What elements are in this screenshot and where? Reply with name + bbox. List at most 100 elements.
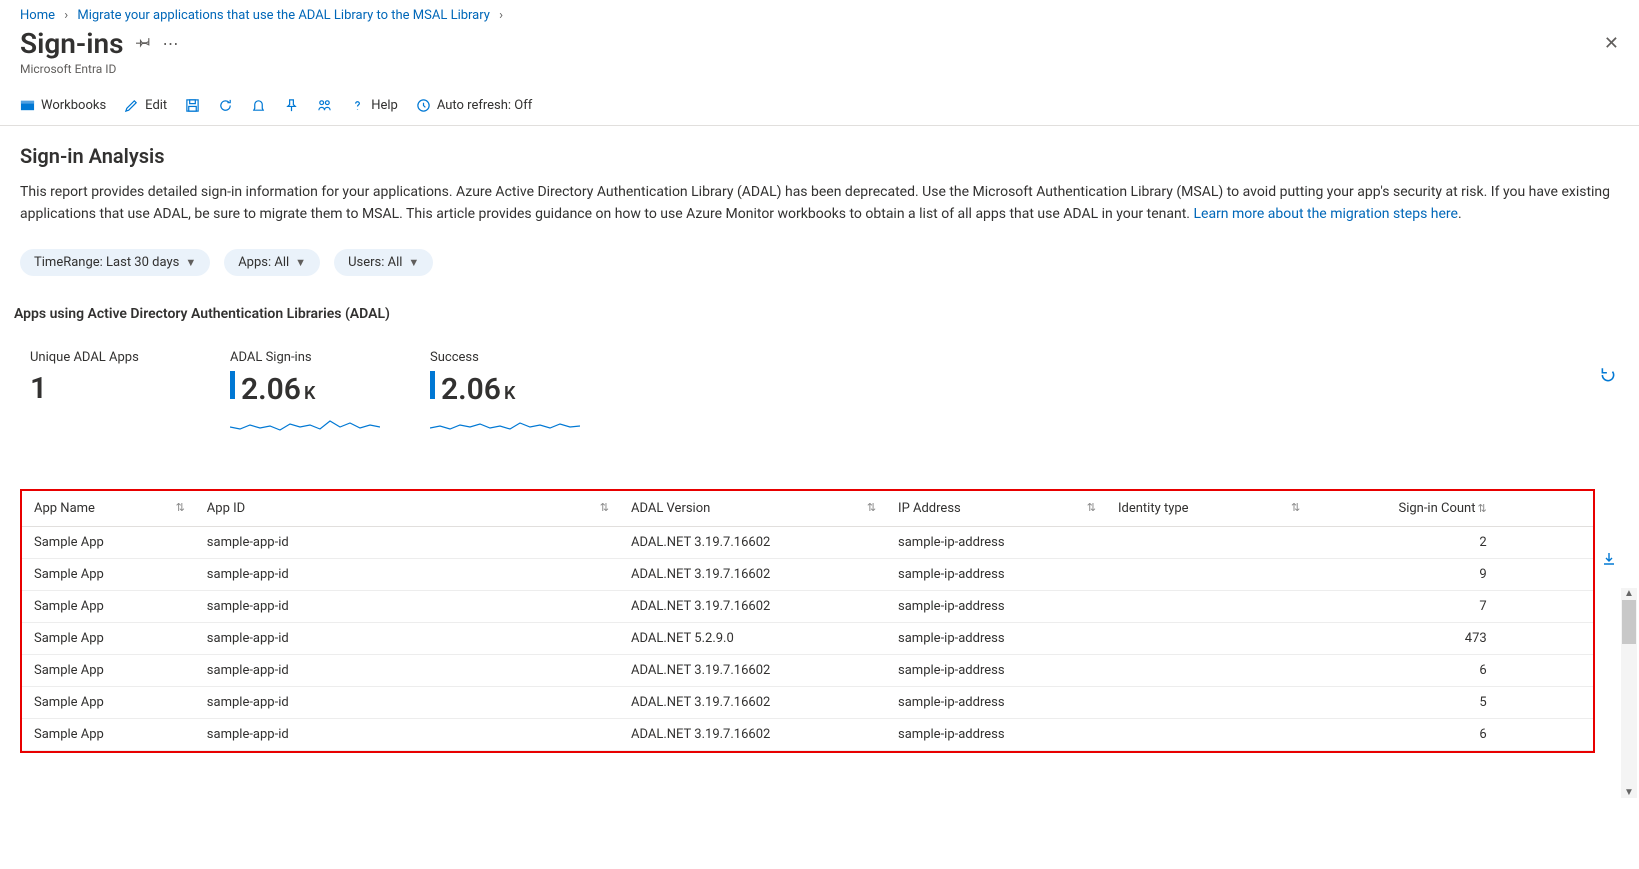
cell-app-name: Sample App xyxy=(22,591,195,623)
cell-app-id: sample-app-id xyxy=(195,591,619,623)
table-row[interactable]: Sample Appsample-app-idADAL.NET 3.19.7.1… xyxy=(22,687,1593,719)
scroll-thumb[interactable] xyxy=(1622,600,1636,644)
pin-button[interactable] xyxy=(284,98,299,113)
cell-spacer xyxy=(1499,623,1593,655)
cell-app-id: sample-app-id xyxy=(195,687,619,719)
cell-adal-version: ADAL.NET 3.19.7.16602 xyxy=(619,527,886,559)
scrollbar[interactable]: ▲ ▼ xyxy=(1621,588,1637,798)
table-row[interactable]: Sample Appsample-app-idADAL.NET 3.19.7.1… xyxy=(22,559,1593,591)
col-spacer xyxy=(1499,491,1593,527)
workbooks-button[interactable]: Workbooks xyxy=(20,98,106,113)
cell-app-name: Sample App xyxy=(22,655,195,687)
cell-ip: sample-ip-address xyxy=(886,527,1106,559)
cell-app-name: Sample App xyxy=(22,559,195,591)
breadcrumb-migrate[interactable]: Migrate your applications that use the A… xyxy=(77,8,490,23)
clock-icon xyxy=(416,98,431,113)
metric-label: ADAL Sign-ins xyxy=(230,350,380,365)
refresh-button[interactable] xyxy=(218,98,233,113)
cell-spacer xyxy=(1499,559,1593,591)
cell-ip: sample-ip-address xyxy=(886,591,1106,623)
cell-app-name: Sample App xyxy=(22,527,195,559)
workbooks-icon xyxy=(20,98,35,113)
cell-ip: sample-ip-address xyxy=(886,559,1106,591)
section-title: Sign-in Analysis xyxy=(20,144,1635,168)
table-row[interactable]: Sample Appsample-app-idADAL.NET 5.2.9.0s… xyxy=(22,623,1593,655)
cell-count: 6 xyxy=(1310,655,1499,687)
scroll-up-icon[interactable]: ▲ xyxy=(1621,588,1637,599)
pin-icon[interactable] xyxy=(136,34,151,53)
metric-unit: K xyxy=(304,383,315,404)
chevron-down-icon: ▼ xyxy=(295,256,306,269)
cell-ip: sample-ip-address xyxy=(886,623,1106,655)
metric-label: Unique ADAL Apps xyxy=(30,350,180,365)
cell-adal-version: ADAL.NET 3.19.7.16602 xyxy=(619,687,886,719)
cell-app-id: sample-app-id xyxy=(195,655,619,687)
notify-button[interactable] xyxy=(251,98,266,113)
cell-identity xyxy=(1106,527,1310,559)
subsection-heading: Apps using Active Directory Authenticati… xyxy=(14,306,1635,322)
cell-ip: sample-ip-address xyxy=(886,719,1106,751)
cell-adal-version: ADAL.NET 3.19.7.16602 xyxy=(619,719,886,751)
edit-label: Edit xyxy=(145,98,167,113)
cell-identity xyxy=(1106,591,1310,623)
edit-button[interactable]: Edit xyxy=(124,98,167,113)
col-adal-version[interactable]: ADAL Version⇅ xyxy=(619,491,886,527)
metric-unit: K xyxy=(504,383,515,404)
cell-identity xyxy=(1106,559,1310,591)
filter-timerange[interactable]: TimeRange: Last 30 days ▼ xyxy=(20,249,210,276)
help-label: Help xyxy=(371,98,398,113)
metric-bar xyxy=(430,371,435,399)
col-identity[interactable]: Identity type⇅ xyxy=(1106,491,1310,527)
cell-app-id: sample-app-id xyxy=(195,719,619,751)
metric-signins: ADAL Sign-ins 2.06K xyxy=(230,350,380,439)
more-icon[interactable]: ⋯ xyxy=(163,34,179,53)
page-subtitle: Microsoft Entra ID xyxy=(20,62,1619,76)
col-app-name[interactable]: App Name ⇅ xyxy=(22,491,195,527)
cell-count: 6 xyxy=(1310,719,1499,751)
table-row[interactable]: Sample Appsample-app-idADAL.NET 3.19.7.1… xyxy=(22,527,1593,559)
section-description: This report provides detailed sign-in in… xyxy=(20,182,1635,225)
breadcrumb-home[interactable]: Home xyxy=(20,8,55,23)
col-label: App Name xyxy=(34,501,95,516)
adal-apps-table: App Name ⇅ App ID ⇅ ADAL Version⇅ IP Addre… xyxy=(20,489,1595,753)
share-button[interactable] xyxy=(317,98,332,113)
toolbar: Workbooks Edit Help Auto refresh: Off xyxy=(0,86,1639,126)
col-label: App ID xyxy=(207,501,245,516)
filter-timerange-label: TimeRange: Last 30 days xyxy=(34,255,179,270)
sparkline xyxy=(230,413,380,439)
table-row[interactable]: Sample Appsample-app-idADAL.NET 3.19.7.1… xyxy=(22,655,1593,687)
metric-unique-apps: Unique ADAL Apps 1 xyxy=(30,350,180,406)
cell-count: 5 xyxy=(1310,687,1499,719)
close-icon[interactable]: ✕ xyxy=(1604,33,1619,54)
metric-value: 2.06 xyxy=(241,372,301,407)
desc-period: . xyxy=(1458,206,1462,222)
undo-icon[interactable] xyxy=(1599,366,1617,388)
scroll-down-icon[interactable]: ▼ xyxy=(1621,787,1637,798)
learn-more-link[interactable]: Learn more about the migration steps her… xyxy=(1193,206,1457,222)
cell-count: 2 xyxy=(1310,527,1499,559)
col-ip[interactable]: IP Address⇅ xyxy=(886,491,1106,527)
col-app-id[interactable]: App ID ⇅ xyxy=(195,491,619,527)
table-row[interactable]: Sample Appsample-app-idADAL.NET 3.19.7.1… xyxy=(22,591,1593,623)
metric-success: Success 2.06K xyxy=(430,350,580,439)
metric-label: Success xyxy=(430,350,580,365)
pencil-icon xyxy=(124,98,139,113)
filter-apps[interactable]: Apps: All ▼ xyxy=(224,249,320,276)
filter-users[interactable]: Users: All ▼ xyxy=(334,249,433,276)
sort-icon: ⇅ xyxy=(600,501,609,514)
sort-icon: ⇅ xyxy=(176,501,185,514)
cell-adal-version: ADAL.NET 3.19.7.16602 xyxy=(619,591,886,623)
table-row[interactable]: Sample Appsample-app-idADAL.NET 3.19.7.1… xyxy=(22,719,1593,751)
sort-icon: ⇅ xyxy=(867,501,876,514)
cell-app-id: sample-app-id xyxy=(195,559,619,591)
cell-app-id: sample-app-id xyxy=(195,623,619,655)
download-icon[interactable] xyxy=(1601,551,1617,571)
autorefresh-button[interactable]: Auto refresh: Off xyxy=(416,98,532,113)
sort-icon: ⇅ xyxy=(1477,502,1486,515)
col-count[interactable]: Sign-in Count⇅ xyxy=(1310,491,1499,527)
filter-apps-label: Apps: All xyxy=(238,255,289,270)
help-button[interactable]: Help xyxy=(350,98,398,113)
save-button[interactable] xyxy=(185,98,200,113)
sparkline xyxy=(430,413,580,439)
cell-app-id: sample-app-id xyxy=(195,527,619,559)
